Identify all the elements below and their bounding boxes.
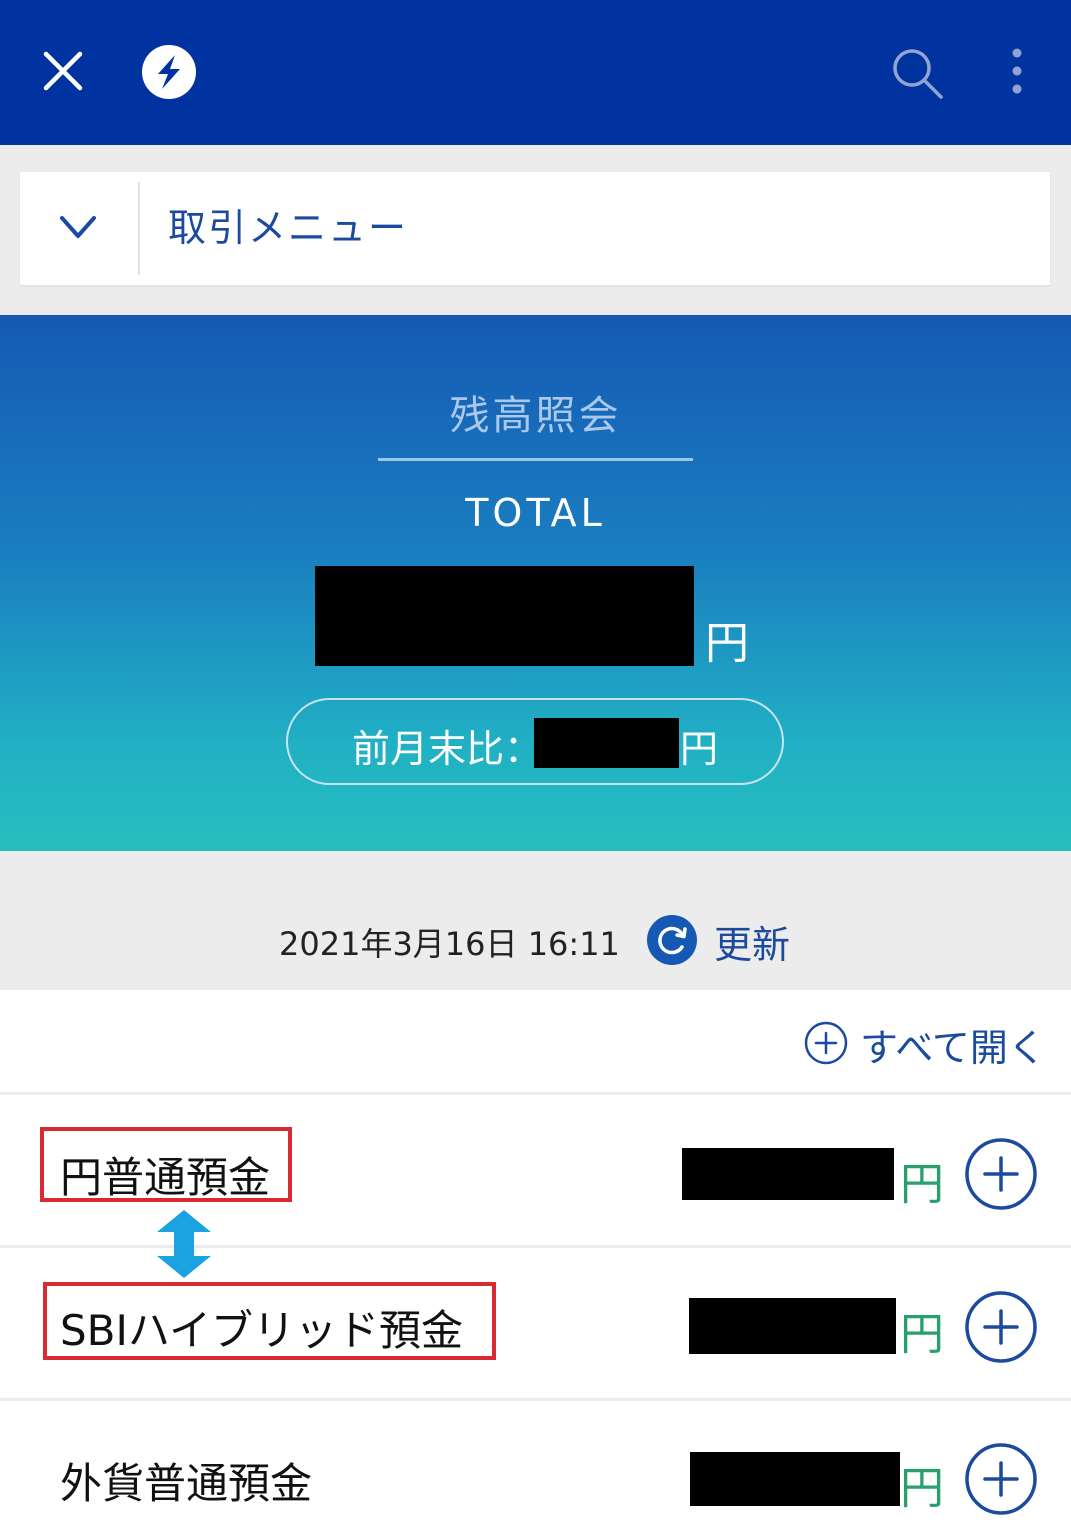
total-amount-redacted	[315, 566, 694, 666]
account-amount-redacted	[690, 1452, 900, 1506]
refresh-icon[interactable]	[646, 914, 698, 966]
transaction-menu-dropdown[interactable]: 取引メニュー	[20, 172, 1050, 285]
account-currency: 円	[900, 1463, 944, 1514]
expand-all-row: すべて開く	[0, 990, 1071, 1095]
more-vertical-icon[interactable]	[1000, 44, 1034, 102]
chevron-down-icon	[60, 216, 96, 238]
refresh-button[interactable]: 更新	[714, 914, 790, 969]
double-arrow-icon	[157, 1210, 211, 1278]
account-name: 外貨普通預金	[60, 1459, 313, 1508]
transaction-menu-label: 取引メニュー	[168, 206, 409, 250]
search-icon[interactable]	[888, 44, 946, 102]
expand-plus-icon[interactable]	[964, 1290, 1038, 1364]
title-underline	[378, 458, 693, 461]
balance-summary-panel: 残高照会 TOTAL 円 前月末比： 円	[0, 315, 1071, 851]
balance-inquiry-title: 残高照会	[449, 393, 622, 439]
expand-plus-icon[interactable]	[964, 1442, 1038, 1516]
account-currency: 円	[900, 1159, 944, 1210]
bank-logo-icon	[142, 45, 196, 99]
close-icon[interactable]	[38, 46, 88, 96]
update-datetime: 2021年3月16日 16:11	[279, 925, 620, 963]
menu-divider	[138, 182, 140, 275]
expand-all-button[interactable]: すべて開く	[860, 1017, 1046, 1072]
account-row[interactable]: 外貨普通預金 円	[0, 1402, 1071, 1534]
account-amount-redacted	[689, 1298, 896, 1354]
highlight-box-hybrid-deposit	[43, 1282, 496, 1360]
update-bar: 2021年3月16日 16:11 更新	[0, 851, 1071, 990]
account-amount-redacted	[682, 1148, 894, 1200]
plus-circle-icon[interactable]	[804, 1021, 848, 1065]
highlight-box-yen-savings	[40, 1127, 292, 1202]
expand-plus-icon[interactable]	[964, 1137, 1038, 1211]
monthly-compare-currency: 円	[680, 727, 719, 771]
app-bar	[0, 0, 1071, 145]
account-currency: 円	[900, 1309, 944, 1360]
monthly-compare-amount-redacted	[534, 718, 679, 768]
monthly-compare-label: 前月末比：	[352, 727, 543, 771]
total-currency: 円	[705, 618, 749, 669]
total-label: TOTAL	[465, 491, 606, 535]
